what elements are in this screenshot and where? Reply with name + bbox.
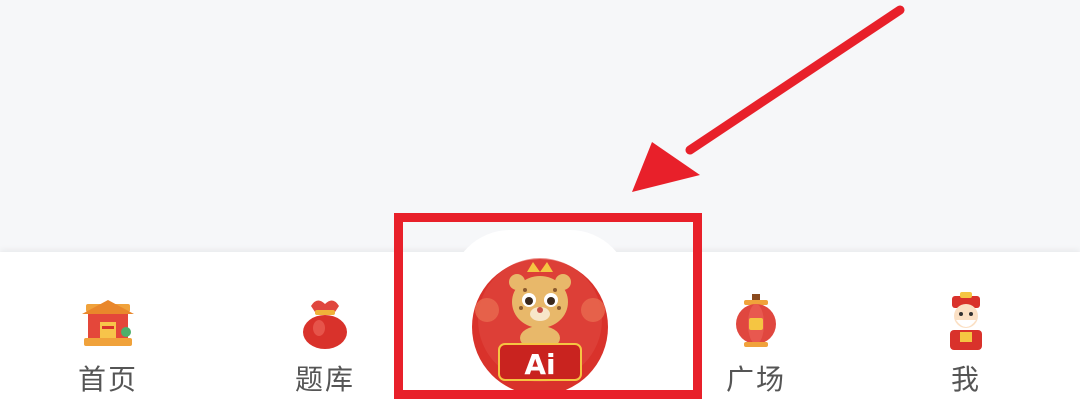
tab-me-label: 我 xyxy=(950,363,981,396)
temple-house-icon xyxy=(82,300,134,346)
tab-home[interactable]: 首页 xyxy=(48,292,168,402)
tab-question-bank[interactable]: 题库 xyxy=(265,292,385,402)
tab-square[interactable]: 广场 xyxy=(696,292,816,402)
tab-me[interactable]: 我 xyxy=(906,292,1026,402)
tab-square-label: 广场 xyxy=(725,363,786,396)
red-lantern-icon xyxy=(736,294,776,347)
annotation-highlight-box xyxy=(394,213,702,399)
red-lucky-bag-icon xyxy=(303,300,347,349)
fortune-god-icon xyxy=(950,292,982,350)
tab-question-bank-label: 题库 xyxy=(294,363,355,396)
tab-home-label: 首页 xyxy=(77,363,138,396)
